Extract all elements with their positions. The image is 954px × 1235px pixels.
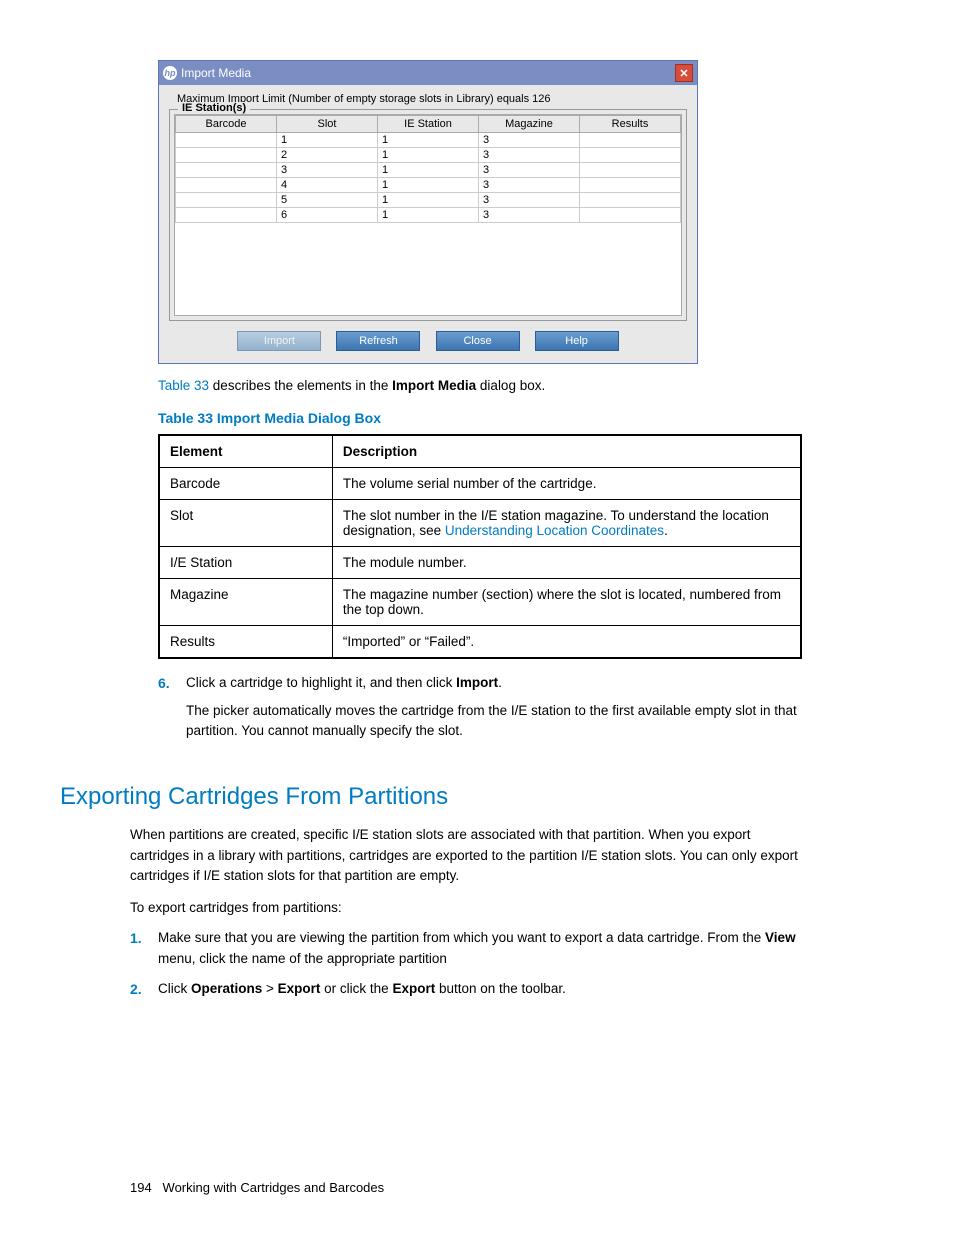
header-element: Element xyxy=(159,435,332,468)
ie-stations-fieldset: IE Station(s) Barcode Slot IE Station Ma… xyxy=(169,109,687,321)
step-6: 6. Click a cartridge to highlight it, an… xyxy=(158,673,804,750)
export-step-2: 2. Click Operations > Export or click th… xyxy=(130,979,804,1000)
fieldset-legend: IE Station(s) xyxy=(178,102,250,114)
close-icon[interactable]: ✕ xyxy=(675,64,693,82)
page-footer: 194 Working with Cartridges and Barcodes xyxy=(130,1180,384,1195)
table-row[interactable]: 213 xyxy=(176,148,681,163)
hp-logo-icon: hp xyxy=(163,66,177,80)
refresh-button[interactable]: Refresh xyxy=(336,331,420,351)
max-import-message: Maximum Import Limit (Number of empty st… xyxy=(177,93,687,105)
import-media-dialog: hp Import Media ✕ Maximum Import Limit (… xyxy=(158,60,698,364)
col-iestation: IE Station xyxy=(378,116,479,133)
export-step-1: 1. Make sure that you are viewing the pa… xyxy=(130,928,804,969)
export-intro: To export cartridges from partitions: xyxy=(130,898,804,918)
table-row[interactable]: 313 xyxy=(176,163,681,178)
table-row[interactable]: 113 xyxy=(176,133,681,148)
caption-reference: Table 33 describes the elements in the I… xyxy=(158,376,804,396)
export-paragraph: When partitions are created, specific I/… xyxy=(130,825,804,886)
dialog-titlebar: hp Import Media ✕ xyxy=(159,61,697,85)
table-row[interactable]: 613 xyxy=(176,208,681,223)
col-barcode: Barcode xyxy=(176,116,277,133)
table-caption: Table 33 Import Media Dialog Box xyxy=(158,410,804,426)
header-description: Description xyxy=(332,435,801,468)
import-media-description-table: Element Description Barcode The volume s… xyxy=(158,434,802,659)
dialog-title: Import Media xyxy=(181,66,251,80)
col-slot: Slot xyxy=(277,116,378,133)
section-heading-exporting: Exporting Cartridges From Partitions xyxy=(60,783,804,811)
understanding-location-link[interactable]: Understanding Location Coordinates xyxy=(445,523,664,538)
import-button[interactable]: Import xyxy=(237,331,321,351)
col-results: Results xyxy=(580,116,681,133)
table-row[interactable]: 513 xyxy=(176,193,681,208)
table-row[interactable]: 413 xyxy=(176,178,681,193)
ie-stations-table[interactable]: Barcode Slot IE Station Magazine Results… xyxy=(175,115,681,223)
col-magazine: Magazine xyxy=(479,116,580,133)
close-button[interactable]: Close xyxy=(436,331,520,351)
import-media-screenshot: hp Import Media ✕ Maximum Import Limit (… xyxy=(158,60,698,364)
help-button[interactable]: Help xyxy=(535,331,619,351)
